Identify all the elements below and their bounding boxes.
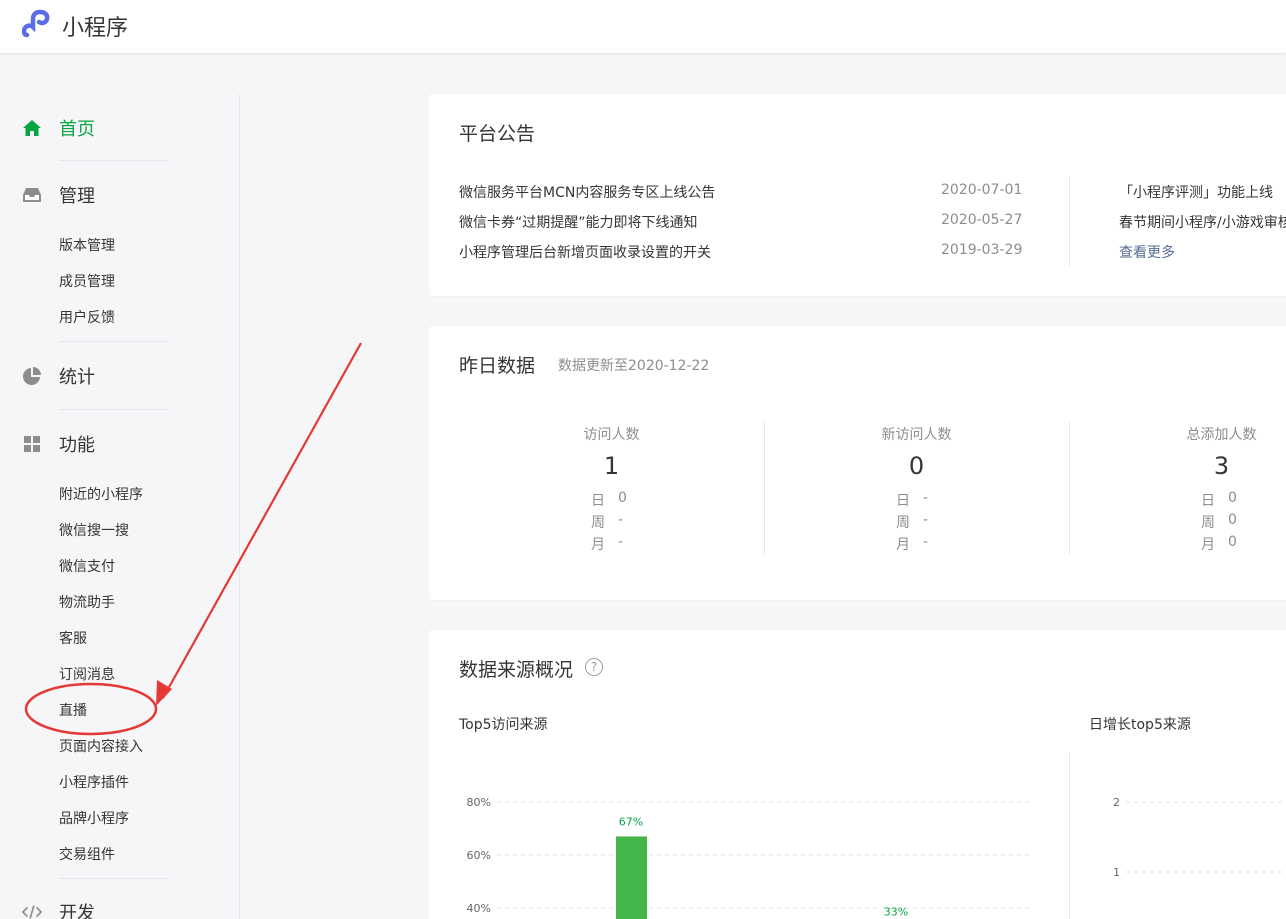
nav-version-manage[interactable]: 版本管理: [59, 235, 115, 255]
stat-label: 新访问人数: [881, 427, 952, 443]
notice-item[interactable]: 微信卡券“过期提醒”能力即将下线通知: [459, 212, 698, 232]
notice-item[interactable]: 小程序管理后台新增页面收录设置的开关: [459, 242, 711, 262]
divider: [59, 409, 169, 410]
month-label: 月: [1201, 537, 1215, 553]
y-tick-label: 40%: [467, 902, 491, 915]
notice-date: 2020-05-27: [941, 212, 1023, 228]
stat-label: 访问人数: [583, 427, 640, 443]
y-tick-label: 80%: [467, 796, 491, 809]
nav-features[interactable]: 功能: [0, 423, 240, 463]
divider: [59, 160, 169, 161]
notice-date: 2020-07-01: [941, 182, 1023, 198]
side-notice-item[interactable]: 春节期间小程序/小游戏审核: [1119, 212, 1286, 232]
week-label: 周: [591, 515, 605, 531]
bar: [616, 836, 647, 919]
announcement-card: 平台公告 微信服务平台MCN内容服务专区上线公告 2020-07-01 微信卡券…: [429, 94, 1286, 296]
yesterday-data-title: 昨日数据: [459, 355, 536, 377]
day-value: -: [923, 490, 929, 506]
nav-plugins[interactable]: 小程序插件: [59, 772, 129, 792]
stat-value: 3: [1213, 452, 1230, 480]
divider: [59, 341, 169, 342]
nav-wechat-search[interactable]: 微信搜一搜: [59, 520, 129, 540]
announcement-title: 平台公告: [459, 123, 536, 145]
day-label: 日: [896, 493, 910, 509]
nav-subscribe-message[interactable]: 订阅消息: [59, 664, 115, 684]
stat-total-added: 总添加人数 3 日0 周0 月0: [1069, 424, 1286, 564]
stat-label: 总添加人数: [1186, 427, 1257, 443]
day-label: 日: [1201, 493, 1215, 509]
week-label: 周: [1201, 515, 1215, 531]
nav-stats-label: 统计: [59, 367, 95, 388]
notice-date: 2019-03-29: [941, 242, 1023, 258]
day-label: 日: [591, 493, 605, 509]
divider: [1069, 176, 1070, 266]
nav-home-label: 首页: [59, 119, 95, 140]
stat-visitors: 访问人数 1 日0 周- 月-: [459, 424, 764, 564]
nav-manage-label: 管理: [59, 186, 95, 207]
home-icon: [23, 120, 41, 136]
nav-page-content[interactable]: 页面内容接入: [59, 736, 143, 756]
nav-customer-service[interactable]: 客服: [59, 628, 87, 648]
nav-stats[interactable]: 统计: [0, 355, 240, 395]
miniprogram-logo-icon[interactable]: [22, 9, 54, 39]
nav-manage[interactable]: 管理: [0, 174, 240, 214]
app-title: 小程序: [62, 16, 129, 41]
y-tick-label: 2: [1113, 796, 1120, 809]
nav-member-manage[interactable]: 成员管理: [59, 271, 115, 291]
grid-icon: [24, 436, 40, 452]
nav-trade-component[interactable]: 交易组件: [59, 844, 115, 864]
view-more-link[interactable]: 查看更多: [1119, 242, 1175, 262]
nav-dev-label: 开发: [59, 903, 95, 919]
nav-dev[interactable]: 开发: [0, 891, 240, 919]
nav-live[interactable]: 直播: [59, 700, 87, 720]
day-value: 0: [618, 490, 627, 506]
month-value: -: [923, 534, 929, 550]
nav-wechat-pay[interactable]: 微信支付: [59, 556, 115, 576]
divider: [59, 878, 169, 879]
bar-value-label: 67%: [619, 815, 643, 828]
stat-value: 1: [603, 452, 620, 480]
pie-chart-icon: [23, 367, 41, 385]
nav-home[interactable]: 首页: [0, 107, 240, 147]
update-time-note: 数据更新至2020-12-22: [558, 358, 710, 374]
top5-sources-chart: 80% 60% 40% 67% 33%: [467, 796, 1029, 919]
month-label: 月: [591, 537, 605, 553]
week-value: -: [923, 512, 929, 528]
nav-features-label: 功能: [59, 435, 95, 456]
top-bar: 小程序: [0, 0, 1286, 54]
stat-new-visitors: 新访问人数 0 日- 周- 月-: [764, 424, 1069, 564]
daily-growth-chart: 21: [1113, 796, 1286, 879]
week-value: 0: [1228, 512, 1237, 528]
nav-brand-miniprogram[interactable]: 品牌小程序: [59, 808, 129, 828]
sidebar: 首页 管理 版本管理 成员管理 用户反馈 统计 功能 附近的小程序 微信搜一搜 …: [0, 94, 240, 919]
month-label: 月: [896, 537, 910, 553]
nav-logistics[interactable]: 物流助手: [59, 592, 115, 612]
day-value: 0: [1228, 490, 1237, 506]
week-label: 周: [896, 515, 910, 531]
data-source-card: 数据来源概况 ? Top5访问来源 日增长top5来源 80% 60% 40% 67%…: [429, 630, 1286, 919]
side-notice-item[interactable]: 「小程序评测」功能上线: [1119, 182, 1273, 202]
code-icon: [22, 905, 42, 919]
month-value: -: [618, 534, 624, 550]
stat-value: 0: [908, 452, 925, 480]
week-value: -: [618, 512, 624, 528]
month-value: 0: [1228, 534, 1237, 550]
yesterday-data-card: 昨日数据 数据更新至2020-12-22 访问人数 1 日0 周- 月- 新访问…: [429, 326, 1286, 600]
y-tick-label: 60%: [467, 849, 491, 862]
y-tick-label: 1: [1113, 866, 1120, 879]
notice-item[interactable]: 微信服务平台MCN内容服务专区上线公告: [459, 182, 715, 202]
nav-user-feedback[interactable]: 用户反馈: [59, 307, 115, 327]
inbox-icon: [23, 188, 41, 202]
nav-nearby-miniprogram[interactable]: 附近的小程序: [59, 484, 143, 504]
bar-value-label: 33%: [884, 906, 908, 919]
